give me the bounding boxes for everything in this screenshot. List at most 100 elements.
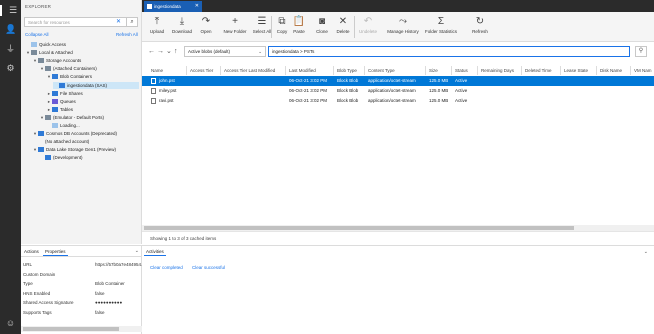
file-icon — [151, 98, 156, 104]
collapse-all-link[interactable]: Collapse All — [25, 32, 49, 37]
tree-item-label: (Development) — [53, 155, 83, 161]
tree-item-label: Local & Attached — [39, 50, 73, 56]
tree-item[interactable]: ingestiondata (SAS) — [53, 81, 139, 89]
tree-item[interactable]: ▸ Tables — [46, 106, 139, 113]
chevron-down-icon[interactable]: ⌄ — [135, 248, 139, 254]
column-header[interactable]: Disk Name — [600, 66, 622, 75]
menu-icon[interactable]: ☰ — [0, 5, 21, 16]
account-icon[interactable]: 👤 — [5, 24, 16, 35]
download-button[interactable]: ⤓ Download — [168, 15, 196, 35]
column-divider[interactable] — [425, 66, 426, 75]
column-divider[interactable] — [285, 66, 286, 75]
column-divider[interactable] — [364, 66, 365, 75]
column-header[interactable]: VM Nam — [634, 66, 652, 75]
cell-status: Active — [455, 78, 468, 83]
feedback-icon[interactable]: ☺ — [5, 318, 16, 329]
dev-icon — [45, 155, 51, 161]
column-divider[interactable] — [630, 66, 631, 75]
property-row: Custom Domain — [23, 271, 139, 279]
chevron-down-icon[interactable]: ⌄ — [644, 249, 648, 255]
plug-icon[interactable]: ⏚ — [5, 44, 16, 55]
scrollbar-thumb[interactable] — [144, 226, 574, 230]
table-row[interactable]: miley.pst 06-Oct-21 3:02 PM Block Blob appl… — [142, 86, 654, 96]
column-divider[interactable] — [521, 66, 522, 75]
cosmos-icon — [38, 131, 44, 137]
tab-ingestiondata[interactable]: ingestiondata ✕ — [144, 1, 202, 12]
view-select[interactable]: Active blobs (default) ⌄ — [184, 46, 266, 57]
property-row: Supports Tags false — [23, 309, 139, 317]
refresh-button[interactable]: ↻ Refresh — [467, 15, 493, 35]
column-divider[interactable] — [451, 66, 452, 75]
delete-button[interactable]: ✕ Delete — [332, 15, 354, 35]
search-placeholder: Search for resources — [28, 20, 70, 25]
tree-item[interactable]: Quick Access — [25, 41, 139, 48]
cell-blob-type: Block Blob — [337, 88, 359, 93]
tree-item[interactable]: ▾ Local & Attached — [25, 49, 139, 56]
table-row[interactable]: ravi.pst 06-Oct-21 3:02 PM Block Blob appli… — [142, 96, 654, 106]
column-header[interactable]: Access Tier — [190, 66, 213, 75]
folder-statistics-button[interactable]: Σ Folder Statistics — [417, 15, 465, 35]
gear-icon[interactable]: ⚙ — [5, 63, 16, 74]
path-input[interactable]: ingestiondata > PSTs — [268, 46, 630, 57]
scrollbar-thumb[interactable] — [23, 327, 119, 331]
tree-item[interactable]: ▸ Queues — [46, 98, 139, 105]
tree-item[interactable]: ▾ Blob Containers — [46, 73, 139, 80]
clear-completed-link[interactable]: Clear completed — [150, 265, 183, 270]
tab-properties[interactable]: Properties — [43, 248, 68, 256]
filter-icon[interactable]: ⚲ — [635, 46, 647, 57]
refresh-all-link[interactable]: Refresh All — [116, 32, 138, 37]
table-row[interactable]: john.pst 06-Oct-21 3:02 PM Block Blob appli… — [142, 76, 654, 86]
upload-button[interactable]: ⤒ Upload — [143, 15, 171, 35]
column-divider[interactable] — [186, 66, 187, 75]
paste-button[interactable]: 📋 Paste — [289, 15, 309, 35]
tab-activities[interactable]: Activities — [144, 248, 166, 256]
column-header[interactable]: Content Type — [368, 66, 395, 75]
forward-icon[interactable]: → — [157, 48, 164, 56]
cell-last-modified: 06-Oct-21 3:02 PM — [289, 88, 328, 93]
history-dropdown-icon[interactable]: ⌄ — [166, 48, 172, 56]
toolbar-button-label: Refresh — [472, 29, 488, 34]
tree-item[interactable]: (Development) — [39, 154, 139, 161]
column-header[interactable]: Deleted Time — [525, 66, 552, 75]
back-icon[interactable]: ← — [148, 48, 155, 56]
search-icon[interactable]: ⌕ — [126, 17, 138, 27]
column-header[interactable]: Name — [151, 66, 163, 75]
tree-item[interactable]: ▾ (Emulator - Default Ports) — [39, 114, 139, 121]
tree-item-label: Tables — [60, 106, 74, 112]
property-label: Shared Access Signature — [23, 300, 74, 305]
tree-item[interactable]: ▾ Data Lake Storage Gen1 (Preview) — [32, 146, 139, 153]
clone-button[interactable]: ◙ Clone — [310, 15, 334, 35]
column-divider[interactable] — [220, 66, 221, 75]
undelete-button[interactable]: ↶ Undelete — [355, 15, 381, 35]
search-input[interactable]: Search for resources ✕ ⌕ — [24, 17, 138, 27]
tree-item[interactable]: ▾ (Attached Containers) — [39, 65, 139, 72]
clear-successful-link[interactable]: Clear successful — [192, 265, 225, 270]
tree-item[interactable]: (No attached account) — [39, 138, 139, 145]
close-icon[interactable]: ✕ — [195, 1, 199, 12]
open-button[interactable]: ↷ Open — [193, 15, 219, 35]
cell-status: Active — [455, 98, 468, 103]
up-icon[interactable]: ↑ — [174, 48, 178, 56]
column-divider[interactable] — [560, 66, 561, 75]
column-divider[interactable] — [477, 66, 478, 75]
column-header[interactable]: Access Tier Last Modified — [224, 66, 275, 75]
clear-search-icon[interactable]: ✕ — [116, 19, 121, 26]
tab-actions[interactable]: Actions — [22, 248, 41, 255]
properties-scrollbar[interactable] — [21, 326, 142, 332]
tree-item[interactable]: ▸ File Shares — [46, 90, 139, 97]
tab-label: ingestiondata — [154, 4, 181, 9]
toolbar-button-label: Paste — [293, 29, 305, 34]
column-divider[interactable] — [596, 66, 597, 75]
column-header[interactable]: Status — [455, 66, 468, 75]
column-header[interactable]: Lease State — [564, 66, 588, 75]
tree-item[interactable]: ▾ Cosmos DB Accounts (Deprecated) — [32, 130, 139, 137]
column-header[interactable]: Remaining Days — [481, 66, 514, 75]
tree-item[interactable]: Loading... — [46, 122, 139, 129]
storage-icon — [38, 58, 44, 64]
column-divider[interactable] — [333, 66, 334, 75]
property-label: HNS Enabled — [23, 290, 51, 296]
tree-item[interactable]: ▾ Storage Accounts — [32, 57, 139, 64]
column-header[interactable]: Blob Type — [337, 66, 357, 75]
column-header[interactable]: Last Modified — [289, 66, 316, 75]
column-header[interactable]: Size — [429, 66, 438, 75]
